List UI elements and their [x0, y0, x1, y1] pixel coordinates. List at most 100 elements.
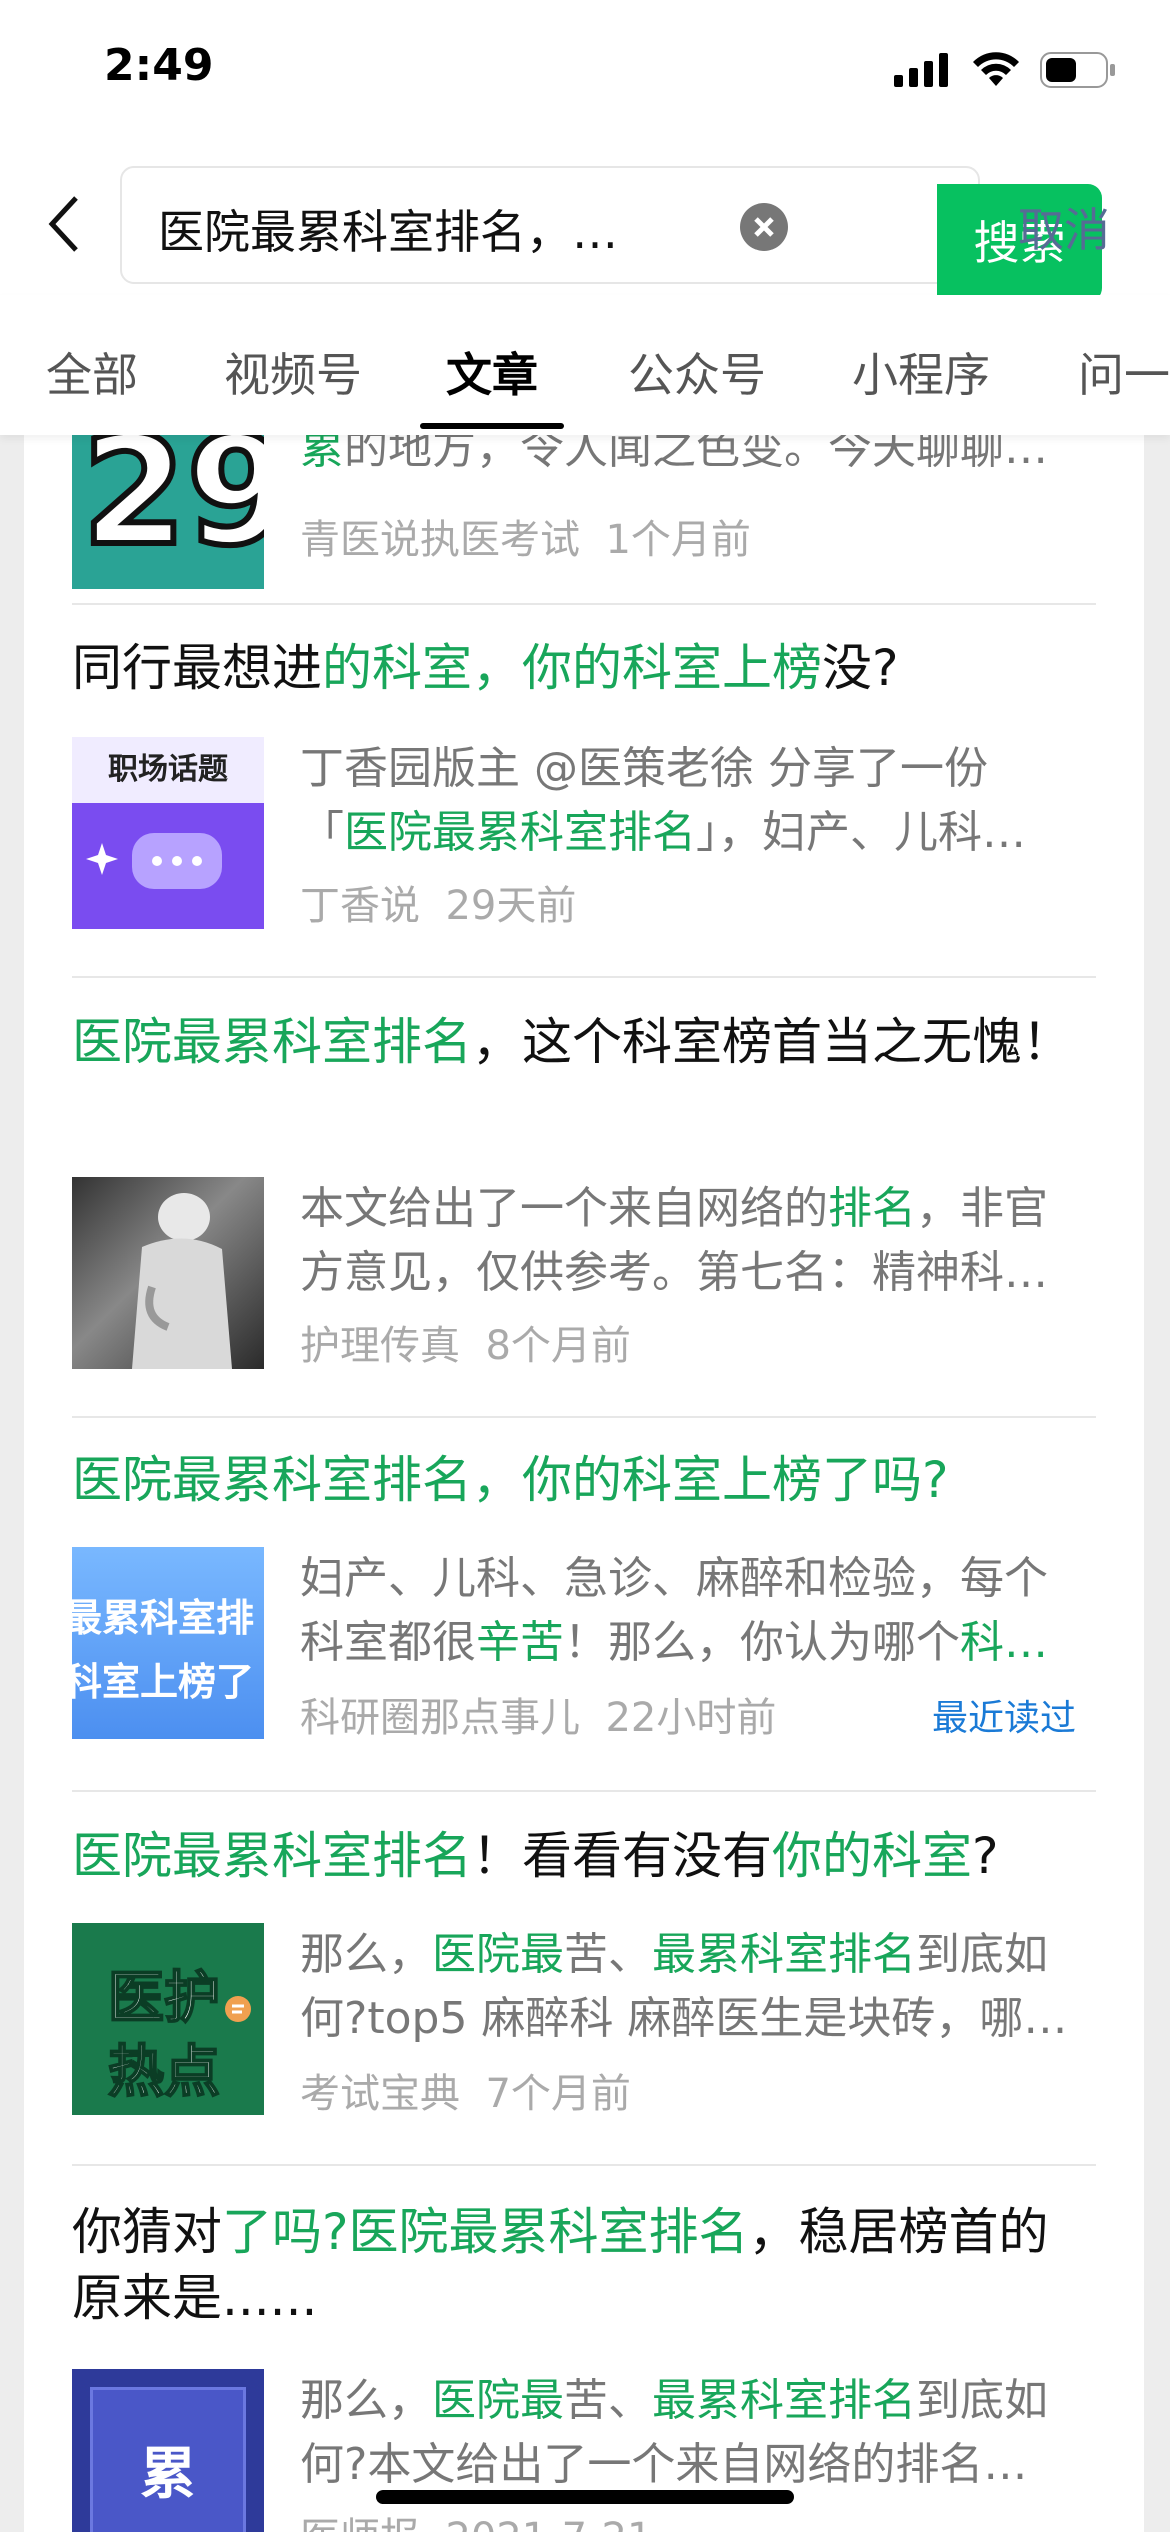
- article-snippet: 那么，医院最苦、最累科室排名到底如何?本文给出了一个来自网络的排名…: [300, 2369, 1090, 2497]
- signal-icon: [894, 53, 948, 87]
- title-text: ，这个科室榜首当之无愧！: [472, 1013, 1072, 1071]
- article-title[interactable]: 你猜对了吗?医院最累科室排名，稳居榜首的原来是......: [72, 2199, 1082, 2331]
- article-time: 1个月前: [605, 517, 751, 563]
- article-source: 护理传真: [300, 1323, 460, 1369]
- article-time: 7个月前: [485, 2071, 631, 2117]
- divider: [72, 2164, 1096, 2166]
- article-title[interactable]: 医院最累科室排名！看看有没有你的科室?: [72, 1823, 1096, 1889]
- cancel-button[interactable]: 取消: [1018, 194, 1110, 260]
- status-time: 2:49: [104, 40, 214, 91]
- snippet-text: 「: [300, 807, 344, 858]
- snippet-text: ！那么，你认为哪个: [564, 1617, 960, 1668]
- tab-ask[interactable]: 问一: [1078, 339, 1170, 405]
- title-highlight: 医院最累科室排名: [72, 1013, 472, 1071]
- snippet-text: 苦、: [564, 2375, 652, 2426]
- snippet-highlight: 辛苦: [476, 1617, 564, 1668]
- divider: [72, 603, 1096, 605]
- list-item[interactable]: 医院最累科室排名，你的科室上榜了吗? 最累科室排 科室上榜了 妇产、儿科、急诊、…: [72, 1447, 1096, 1787]
- tab-articles[interactable]: 文章: [446, 339, 538, 405]
- article-meta: 护理传真 8个月前: [300, 1313, 631, 1371]
- list-item[interactable]: 你猜对了吗?医院最累科室排名，稳居榜首的原来是...... 累 那么，医院最苦、…: [72, 2199, 1096, 2532]
- list-item[interactable]: 29 累的地方，令人闻之色变。今天聊聊… 青医说执医考试 1个月前: [72, 435, 1096, 595]
- title-text: ！看看有没有: [472, 1827, 772, 1885]
- snippet-text: 的地方，令人闻之色变。今天聊聊…: [344, 435, 1048, 474]
- doctor-photo-image: [132, 1193, 232, 1369]
- search-input[interactable]: 医院最累科室排名，… 搜索: [120, 166, 1102, 302]
- tab-mini-programs[interactable]: 小程序: [852, 339, 990, 405]
- list-item[interactable]: 医院最累科室排名，这个科室榜首当之无愧！ 本文给出了一个来自网络的排名，非官方意…: [72, 1009, 1096, 1409]
- article-time: 22小时前: [605, 1695, 777, 1741]
- wifi-icon: [973, 52, 1019, 86]
- snippet-highlight: 医院最: [432, 2375, 564, 2426]
- article-source: 青医说执医考试: [300, 517, 580, 563]
- article-thumbnail: 29: [72, 435, 264, 589]
- thumbnail-text: 29: [79, 435, 264, 579]
- title-highlight: 了吗?医院最累科室排名: [222, 2203, 749, 2261]
- article-meta: 青医说执医考试 1个月前: [300, 507, 751, 565]
- snippet-text: 」，妇产、儿科…: [696, 807, 1026, 858]
- results-list: 29 累的地方，令人闻之色变。今天聊聊… 青医说执医考试 1个月前 同行最想进的…: [24, 435, 1144, 2532]
- article-meta: 丁香说 29天前: [300, 873, 576, 931]
- category-tabs: 全部 视频号 文章 公众号 小程序 问一: [0, 295, 1170, 435]
- article-snippet: 妇产、儿科、急诊、麻醉和检验，每个科室都很辛苦！那么，你认为哪个科…: [300, 1547, 1090, 1675]
- back-arrow-icon[interactable]: [44, 194, 84, 254]
- snippet-highlight: 最累科室排名: [652, 2375, 916, 2426]
- article-source: 考试宝典: [300, 2071, 460, 2117]
- article-meta: 考试宝典 7个月前: [300, 2061, 631, 2119]
- divider: [72, 976, 1096, 978]
- search-results-screen: 2:49 医院最累科室排名，… 搜索 取消 全部 视频号 文章 公众号 小程序 …: [0, 0, 1170, 2532]
- snippet-highlight: 医院最: [432, 1929, 564, 1980]
- snippet-text: 本文给出了一个来自网络的: [300, 1183, 828, 1234]
- article-source: 丁香说: [300, 883, 420, 929]
- search-bar: 医院最累科室排名，… 搜索 取消: [0, 150, 1170, 302]
- article-time: 8个月前: [485, 1323, 631, 1369]
- snippet-highlight: 科…: [960, 1617, 1048, 1668]
- article-title[interactable]: 医院最累科室排名，这个科室榜首当之无愧！: [72, 1009, 1072, 1075]
- battery-icon: [1040, 52, 1115, 88]
- article-time: 29天前: [445, 883, 577, 929]
- snippet-text: 丁香园版主 @医策老徐 分享了一份: [300, 743, 988, 794]
- title-text: 没?: [822, 639, 899, 697]
- article-snippet: 累的地方，令人闻之色变。今天聊聊…: [300, 435, 1090, 481]
- article-title[interactable]: 医院最累科室排名，你的科室上榜了吗?: [72, 1447, 1096, 1513]
- snippet-highlight: 排名: [828, 1183, 916, 1234]
- article-source: 医师报: [300, 2515, 420, 2532]
- snippet-highlight: 医院最累科室排名: [344, 807, 696, 858]
- title-highlight: 医院最累科室排名: [72, 1827, 472, 1885]
- divider: [72, 1416, 1096, 1418]
- thumbnail-label: 职场话题: [72, 737, 264, 803]
- title-highlight: 的科室，你的科室上榜: [322, 639, 822, 697]
- snippet-highlight: 累: [300, 435, 344, 474]
- title-text: 你猜对: [72, 2203, 222, 2261]
- article-thumbnail: 最累科室排 科室上榜了: [72, 1547, 264, 1739]
- tab-all[interactable]: 全部: [46, 339, 138, 405]
- recently-read-badge: 最近读过: [931, 1698, 1076, 1739]
- chat-icon: [225, 1996, 251, 2022]
- article-snippet: 丁香园版主 @医策老徐 分享了一份 「医院最累科室排名」，妇产、儿科…: [300, 737, 1090, 865]
- thumbnail-text: 累: [140, 2442, 196, 2507]
- list-item[interactable]: 医院最累科室排名！看看有没有你的科室? 医护 热点 那么，医院最苦、最累科室排名…: [72, 1823, 1096, 2163]
- thumbnail-text: 热点: [107, 2039, 221, 2106]
- divider: [72, 1790, 1096, 1792]
- clear-icon[interactable]: [740, 203, 788, 251]
- tab-channels[interactable]: 视频号: [224, 339, 362, 405]
- snippet-text: 那么，: [300, 1929, 432, 1980]
- title-highlight: 医院最累科室排名，你的科室上榜了吗?: [72, 1451, 949, 1509]
- article-source: 科研圈那点事儿: [300, 1695, 580, 1741]
- title-highlight: 你的科室: [772, 1827, 972, 1885]
- article-title[interactable]: 同行最想进的科室，你的科室上榜没?: [72, 635, 1096, 701]
- article-thumbnail: 医护 热点: [72, 1923, 264, 2115]
- snippet-text: 那么，: [300, 2375, 432, 2426]
- active-tab-indicator: [420, 423, 564, 429]
- search-query-text: 医院最累科室排名，…: [158, 205, 618, 259]
- list-item[interactable]: 同行最想进的科室，你的科室上榜没? 职场话题 丁香园版主 @医策老徐 分享了一份…: [72, 635, 1096, 975]
- snippet-highlight: 最累科室排名: [652, 1929, 916, 1980]
- article-thumbnail: 职场话题: [72, 737, 264, 929]
- article-thumbnail: [72, 1177, 264, 1369]
- tab-official-accounts[interactable]: 公众号: [628, 339, 766, 405]
- title-text: 同行最想进: [72, 639, 322, 697]
- thumbnail-text: 科室上榜了: [72, 1660, 255, 1704]
- home-indicator[interactable]: [376, 2490, 794, 2504]
- article-meta: 医师报 2021-7-21: [300, 2505, 652, 2532]
- chat-bubble-icon: [86, 833, 222, 889]
